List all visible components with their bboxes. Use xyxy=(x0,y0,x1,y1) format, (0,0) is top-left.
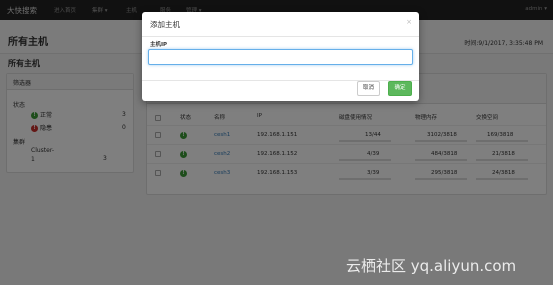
host-ip-label: 主机IP xyxy=(150,42,168,48)
close-icon[interactable]: × xyxy=(406,18,412,26)
dialog-title: 添加主机 xyxy=(150,20,180,29)
watermark: 云栖社区 yq.aliyun.com xyxy=(346,257,517,275)
add-host-dialog: 添加主机 × 主机IP 取消 确定 xyxy=(142,12,419,101)
dialog-header-divider xyxy=(142,36,419,37)
cancel-button[interactable]: 取消 xyxy=(357,81,380,96)
host-ip-input[interactable] xyxy=(148,49,413,65)
confirm-button[interactable]: 确定 xyxy=(388,81,412,96)
